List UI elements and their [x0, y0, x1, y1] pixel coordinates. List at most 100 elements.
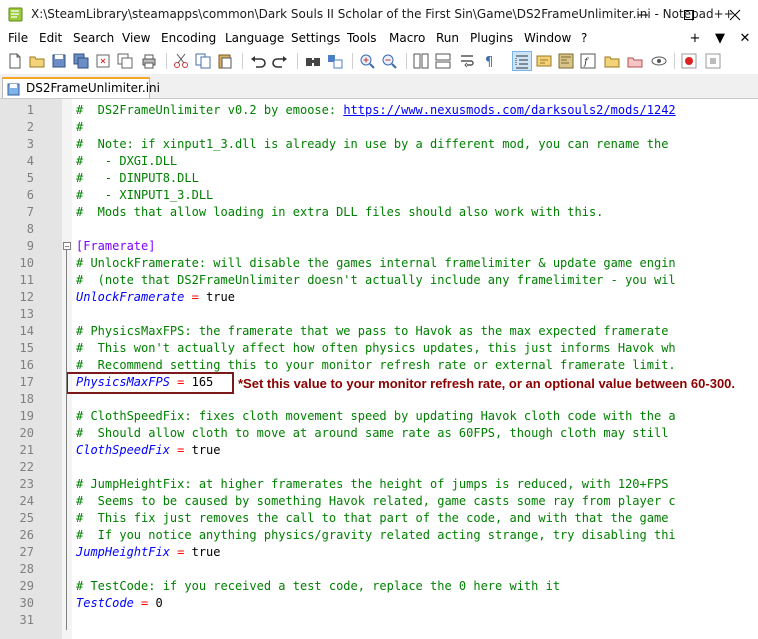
menu-bar: File Edit Search View Encoding Language … — [0, 29, 758, 48]
line-text: # — [76, 119, 83, 136]
svg-text:¶: ¶ — [485, 55, 493, 70]
menu-search[interactable]: Search — [73, 29, 114, 48]
code-editor[interactable]: 1 # DS2FrameUnlimiter v0.2 by emoose: htt… — [0, 99, 758, 639]
minimize-button[interactable] — [620, 0, 666, 29]
code-line[interactable]: 27 JumpHeightFix = true — [0, 544, 758, 561]
close-file-icon[interactable] — [94, 52, 112, 70]
code-line[interactable]: 19 # ClothSpeedFix: fixes cloth movement … — [0, 408, 758, 425]
stop-recording-icon[interactable] — [704, 52, 722, 70]
code-line[interactable]: 29 # TestCode: if you received a test cod… — [0, 578, 758, 595]
code-line[interactable]: 8 — [0, 221, 758, 238]
minimize-icon — [638, 14, 648, 16]
maximize-icon — [684, 10, 694, 20]
code-line[interactable]: 14 # PhysicsMaxFPS: the framerate that we… — [0, 323, 758, 340]
code-line[interactable]: 12 UnlockFramerate = true — [0, 289, 758, 306]
save-icon[interactable] — [50, 52, 68, 70]
folder-as-workspace-icon[interactable] — [603, 52, 621, 70]
menu-encoding[interactable]: Encoding — [161, 29, 216, 48]
menu-settings[interactable]: Settings — [291, 29, 340, 48]
code-line[interactable]: 9 [Framerate] — [0, 238, 758, 255]
code-line[interactable]: 30 TestCode = 0 — [0, 595, 758, 612]
user-defined-language-icon[interactable] — [535, 52, 553, 70]
undo-icon[interactable] — [249, 52, 267, 70]
line-number: 5 — [26, 171, 34, 185]
token-link[interactable]: https://www.nexusmods.com/darksouls2/mod… — [343, 103, 675, 117]
code-line[interactable]: 28 — [0, 561, 758, 578]
menu-view[interactable]: View — [122, 29, 150, 48]
code-line[interactable]: 22 — [0, 459, 758, 476]
code-line[interactable]: 23 # JumpHeightFix: at higher framerates … — [0, 476, 758, 493]
line-text: # This won't actually affect how often p… — [76, 340, 676, 357]
show-all-chars-icon[interactable]: ¶ — [480, 52, 498, 70]
token-key: TestCode — [76, 596, 134, 610]
code-line[interactable]: 4 # - DXGI.DLL — [0, 153, 758, 170]
document-map-icon[interactable] — [557, 52, 575, 70]
find-icon[interactable] — [304, 52, 322, 70]
code-line[interactable]: 1 # DS2FrameUnlimiter v0.2 by emoose: htt… — [0, 102, 758, 119]
highlight-box — [66, 372, 234, 394]
code-line[interactable]: 6 # - XINPUT1_3.DLL — [0, 187, 758, 204]
code-line[interactable]: 3 # Note: if xinput1_3.dll is already in … — [0, 136, 758, 153]
code-line[interactable]: 26 # If you notice anything physics/gravi… — [0, 527, 758, 544]
menu-file[interactable]: File — [8, 29, 28, 48]
code-line[interactable]: 25 # This fix just removes the call to th… — [0, 510, 758, 527]
sync-vertical-icon[interactable] — [412, 52, 430, 70]
code-line[interactable]: 2 # — [0, 119, 758, 136]
code-line[interactable]: 13 — [0, 306, 758, 323]
redo-icon[interactable] — [271, 52, 289, 70]
menu-macro[interactable]: Macro — [389, 29, 425, 48]
function-list-icon[interactable]: f — [579, 52, 597, 70]
menu-plugins[interactable]: Plugins — [470, 29, 513, 48]
replace-icon[interactable] — [326, 52, 344, 70]
code-line[interactable]: 10 # UnlockFramerate: will disable the ga… — [0, 255, 758, 272]
new-file-icon[interactable] — [6, 52, 24, 70]
zoom-out-icon[interactable] — [380, 52, 398, 70]
close-all-icon[interactable] — [116, 52, 134, 70]
tab-ds2frameunlimiter-ini[interactable]: DS2FrameUnlimiter.ini — [2, 77, 160, 98]
line-number: 24 — [19, 494, 34, 508]
token-key: ClothSpeedFix — [76, 443, 170, 457]
close-window-button[interactable] — [712, 0, 758, 29]
paste-icon[interactable] — [216, 52, 234, 70]
monitoring-icon[interactable] — [626, 52, 644, 70]
menu-window[interactable]: Window — [524, 29, 571, 48]
new-tab-button[interactable]: + — [687, 29, 703, 48]
line-number: 25 — [19, 511, 34, 525]
record-macro-icon[interactable] — [680, 52, 698, 70]
indent-guide-icon[interactable] — [512, 51, 532, 71]
copy-icon[interactable] — [194, 52, 212, 70]
code-line[interactable]: 7 # Mods that allow loading in extra DLL … — [0, 204, 758, 221]
word-wrap-icon[interactable] — [458, 52, 476, 70]
code-line[interactable]: 31 — [0, 612, 758, 629]
code-line[interactable]: 11 # (note that DS2FrameUnlimiter doesn't… — [0, 272, 758, 289]
notepadpp-app-icon[interactable] — [8, 6, 24, 22]
zoom-in-icon[interactable] — [358, 52, 376, 70]
maximize-button[interactable] — [666, 0, 712, 29]
save-all-icon[interactable] — [72, 52, 90, 70]
menu-edit[interactable]: Edit — [39, 29, 62, 48]
line-text: # Note: if xinput1_3.dll is already in u… — [76, 136, 668, 153]
line-number: 20 — [19, 426, 34, 440]
open-file-icon[interactable] — [28, 52, 46, 70]
tab-list-button[interactable]: ▼ — [712, 29, 728, 48]
code-line[interactable]: 20 # Should allow cloth to move at around… — [0, 425, 758, 442]
code-line[interactable]: 24 # Seems to be caused by something Havo… — [0, 493, 758, 510]
menu-tools[interactable]: Tools — [347, 29, 377, 48]
line-text: # JumpHeightFix: at higher framerates th… — [76, 476, 668, 493]
code-line[interactable]: 21 ClothSpeedFix = true — [0, 442, 758, 459]
toolbar-separator — [242, 53, 243, 69]
close-document-button[interactable]: ✕ — [737, 29, 753, 48]
line-number: 6 — [26, 188, 34, 202]
code-line[interactable]: 5 # - DINPUT8.DLL — [0, 170, 758, 187]
cut-icon[interactable] — [172, 52, 190, 70]
file-modified-icon — [7, 83, 20, 96]
menu-language[interactable]: Language — [225, 29, 284, 48]
print-icon[interactable] — [140, 52, 158, 70]
sync-horizontal-icon[interactable] — [434, 52, 452, 70]
fold-toggle[interactable] — [63, 242, 71, 250]
code-line[interactable]: 15 # This won't actually affect how often… — [0, 340, 758, 357]
menu-run[interactable]: Run — [436, 29, 459, 48]
token-val: 0 — [155, 596, 163, 610]
eye-icon[interactable] — [650, 52, 668, 70]
menu-help[interactable]: ? — [581, 29, 587, 48]
